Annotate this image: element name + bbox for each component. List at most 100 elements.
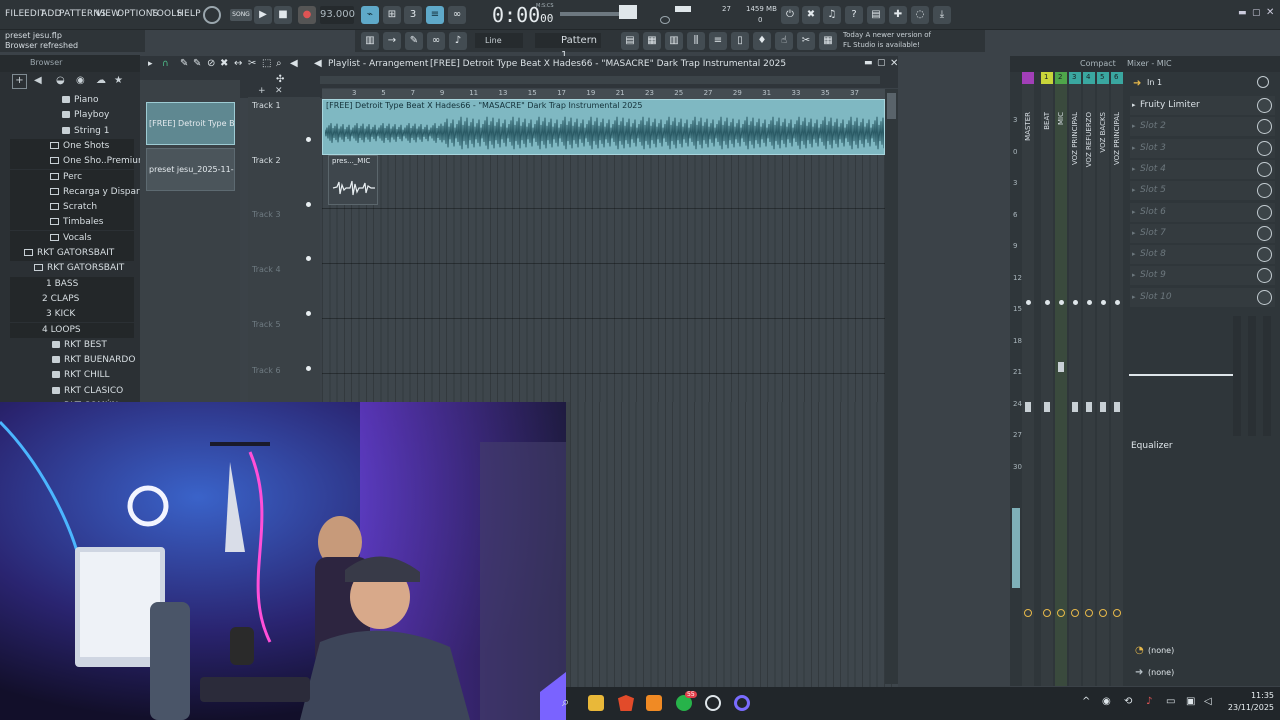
mute-tool-icon[interactable]: ✖ [220, 58, 228, 69]
playlist-icon[interactable]: ▤ [621, 32, 639, 50]
picker-clip-audio[interactable]: [FREE] Detroit Type B... [146, 102, 235, 145]
stereo-separator-slider[interactable] [1129, 374, 1241, 376]
slot-mix-knob[interactable] [1257, 204, 1272, 220]
strip-pan-knob[interactable] [1099, 609, 1107, 617]
playlist-arrow-icon[interactable]: ◀ [314, 58, 322, 69]
strip-fader[interactable] [1100, 402, 1106, 412]
plugin-icon[interactable]: ✚ [889, 6, 907, 24]
browser-item[interactable]: RKT BUENARDO [10, 353, 135, 368]
mixer-strip[interactable]: 5 VOZ BACKS [1097, 72, 1109, 686]
browser-item[interactable]: 1 BASS [10, 276, 134, 292]
tray-chevron-icon[interactable]: ^ [1082, 696, 1090, 707]
fx-fader-1[interactable] [1233, 316, 1241, 436]
cut-icon[interactable]: ✂ [797, 32, 815, 50]
remove-track-icon[interactable]: ✕ [275, 86, 283, 96]
strip-led[interactable] [1073, 300, 1078, 305]
microphone-icon[interactable]: ♫ [823, 6, 841, 24]
slot-mix-knob[interactable] [1257, 119, 1272, 135]
stop-button[interactable]: ■ [274, 6, 292, 24]
slot-mix-knob[interactable] [1257, 225, 1272, 241]
track-mute-led[interactable] [306, 311, 311, 316]
effect-slot[interactable]: ▸ Slot 2 [1130, 117, 1275, 137]
tray-app-icon-1[interactable]: ◉ [1102, 696, 1111, 707]
playback-tool-icon[interactable]: ◀ [290, 58, 298, 69]
strip-led[interactable] [1115, 300, 1120, 305]
chat-icon[interactable]: ◌ [911, 6, 929, 24]
browser-item[interactable]: Playboy [10, 108, 134, 123]
piano-roll-icon[interactable]: ▥ [361, 32, 379, 50]
pitch-knob[interactable] [660, 16, 670, 24]
input-select[interactable]: In 1 [1147, 78, 1162, 87]
slot-mix-knob[interactable] [1257, 247, 1272, 263]
track-label[interactable]: Track 4 [252, 265, 281, 274]
system-clock[interactable]: 11:35 23/11/2025 [1218, 690, 1274, 718]
channel-rack-icon[interactable]: ▦ [643, 32, 661, 50]
playlist-maximize-icon[interactable]: ▢ [877, 58, 886, 68]
power-icon[interactable]: ⏻ [781, 6, 799, 24]
paint-tool-icon[interactable]: ✎ [193, 58, 201, 69]
mixer-strip[interactable]: 1 BEAT [1041, 72, 1053, 686]
effect-slot[interactable]: ▸ Slot 4 [1130, 159, 1275, 179]
playlist-scrollbar[interactable] [885, 89, 898, 684]
slot-mix-knob[interactable] [1257, 268, 1272, 284]
tempo-display[interactable]: 93.000 [320, 6, 355, 24]
strip-led[interactable] [1045, 300, 1050, 305]
browser-item[interactable]: String 1 [10, 124, 134, 139]
loop-record-icon[interactable]: ∞ [448, 6, 466, 24]
song-mode-toggle[interactable]: SONG [230, 9, 252, 21]
strip-led[interactable] [1087, 300, 1092, 305]
output-select-1[interactable]: (none) [1148, 646, 1174, 655]
browser-item[interactable]: One Shots [10, 138, 134, 154]
strip-pan-knob[interactable] [1043, 609, 1051, 617]
select-tool-icon[interactable]: ⬚ [262, 58, 271, 69]
master-volume-knob[interactable] [203, 6, 221, 24]
slot-mix-knob[interactable] [1257, 140, 1272, 156]
slot-mix-knob[interactable] [1257, 289, 1272, 305]
fx-fader-2[interactable] [1248, 316, 1256, 436]
playlist-minimize-icon[interactable]: ▬ [864, 58, 873, 68]
browser-star-icon[interactable]: ★ [114, 75, 123, 86]
fx-fader-3[interactable] [1263, 316, 1271, 436]
track-label[interactable]: Track 3 [252, 210, 281, 219]
effect-slot[interactable]: ▸ Slot 6 [1130, 202, 1275, 222]
track-mute-led[interactable] [306, 202, 311, 207]
pattern-select[interactable]: Pattern 1 [535, 33, 601, 61]
strip-led[interactable] [1101, 300, 1106, 305]
effect-slot[interactable]: ▸ Slot 9 [1130, 266, 1275, 286]
mixer-strip[interactable]: 2 MIC [1055, 72, 1067, 686]
zoom-tool-icon[interactable]: ⌕ [276, 58, 282, 69]
track-label[interactable]: Track 5 [252, 320, 281, 329]
strip-led[interactable] [1026, 300, 1031, 305]
record-button[interactable]: ● [298, 6, 316, 24]
keyboard-icon[interactable]: ▦ [819, 32, 837, 50]
browser-item[interactable]: RKT CLASICO [10, 384, 134, 399]
song-position-slider[interactable] [560, 12, 620, 16]
strip-pan-knob[interactable] [1057, 609, 1065, 617]
step-edit-icon[interactable]: ≡ [426, 6, 444, 24]
file-icon[interactable]: ▯ [731, 32, 749, 50]
strip-fader[interactable] [1025, 402, 1031, 412]
strip-led[interactable] [1059, 300, 1064, 305]
search-icon[interactable]: ⌕ [562, 695, 578, 711]
magnet-icon[interactable]: ∩ [162, 59, 169, 69]
browser-item[interactable]: 2 CLAPS [10, 291, 134, 307]
wait-input-icon[interactable]: ⊞ [383, 6, 401, 24]
overview-scrollbar[interactable] [320, 76, 880, 84]
browser-item[interactable]: 4 LOOPS [10, 322, 134, 338]
keyboard-layout-icon[interactable]: ▭ [1166, 696, 1175, 707]
track-mute-led[interactable] [306, 256, 311, 261]
close-icon[interactable]: ✕ [1266, 7, 1274, 18]
volume-icon[interactable]: ◁ [1204, 696, 1212, 707]
strip-fader[interactable] [1058, 362, 1064, 372]
track-mute-led[interactable] [306, 366, 311, 371]
browser-cloud-icon[interactable]: ☁ [96, 75, 106, 86]
menu-help[interactable]: HELP [177, 9, 201, 19]
effect-slot[interactable]: ▸ Fruity Limiter [1130, 96, 1275, 115]
menu-file[interactable]: FILE [5, 9, 24, 19]
effect-slot[interactable]: ▸ Slot 7 [1130, 223, 1275, 243]
mixer-icon[interactable]: ⫼ [687, 32, 705, 50]
track-label[interactable]: Track 6 [252, 366, 281, 375]
strip-fader[interactable] [1044, 402, 1050, 412]
tray-app-icon-2[interactable]: ⟲ [1124, 696, 1132, 707]
browser-item[interactable]: Vocals [10, 230, 134, 246]
